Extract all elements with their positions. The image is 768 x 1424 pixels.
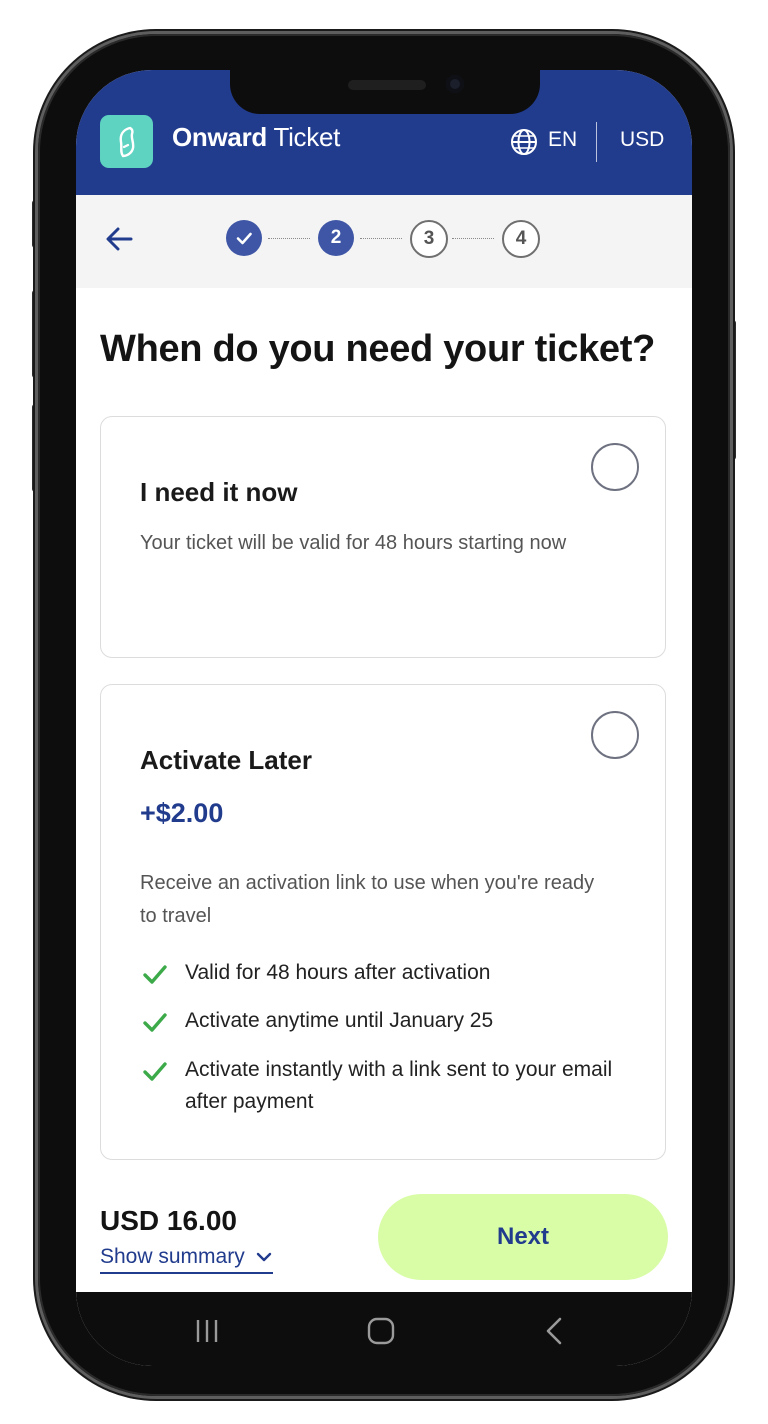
brand-name[interactable]: Onward Ticket bbox=[172, 122, 340, 153]
header-divider bbox=[596, 122, 597, 162]
brand-name-regular: Ticket bbox=[267, 122, 341, 152]
feature-text: Activate anytime until January 25 bbox=[185, 1009, 494, 1032]
checkmark-icon bbox=[143, 965, 167, 984]
show-summary-label: Show summary bbox=[100, 1245, 245, 1268]
option-card-now[interactable]: I need it now Your ticket will be valid … bbox=[100, 416, 666, 658]
checkmark-icon bbox=[143, 1013, 167, 1032]
system-navigation-bar bbox=[76, 1292, 692, 1366]
home-icon[interactable] bbox=[366, 1316, 396, 1346]
checkmark-icon bbox=[236, 232, 252, 245]
front-camera bbox=[446, 75, 464, 93]
step-4: 4 bbox=[502, 220, 540, 258]
phone-leaf-logo-icon[interactable] bbox=[100, 115, 153, 168]
page-title: When do you need your ticket? bbox=[100, 328, 656, 370]
step-2-current: 2 bbox=[318, 220, 354, 256]
step-connector bbox=[268, 238, 310, 239]
option-price: +$2.00 bbox=[140, 798, 224, 828]
feature-item: Activate instantly with a link sent to y… bbox=[140, 1054, 630, 1118]
step-1-completed bbox=[226, 220, 262, 256]
feature-item: Valid for 48 hours after activation bbox=[140, 957, 630, 989]
radio-later[interactable] bbox=[591, 711, 639, 759]
brand-name-bold: Onward bbox=[172, 122, 267, 152]
step-3: 3 bbox=[410, 220, 448, 258]
chevron-down-icon bbox=[256, 1252, 271, 1262]
option-title: I need it now bbox=[140, 477, 298, 507]
option-description: Your ticket will be valid for 48 hours s… bbox=[140, 532, 567, 554]
currency-selector[interactable]: USD bbox=[620, 128, 664, 152]
earpiece-speaker bbox=[348, 80, 426, 90]
radio-now[interactable] bbox=[591, 443, 639, 491]
globe-icon[interactable] bbox=[510, 128, 538, 156]
step-connector bbox=[452, 238, 494, 239]
recent-apps-icon[interactable] bbox=[192, 1316, 222, 1346]
feature-text: Activate instantly with a link sent to y… bbox=[185, 1058, 613, 1113]
option-title: Activate Later bbox=[140, 745, 312, 775]
show-summary-link[interactable]: Show summary bbox=[100, 1245, 273, 1274]
back-icon[interactable] bbox=[540, 1316, 570, 1346]
power-button bbox=[730, 320, 736, 460]
next-button[interactable]: Next bbox=[378, 1194, 668, 1280]
order-total: USD 16.00 bbox=[100, 1205, 237, 1236]
checkmark-icon bbox=[143, 1062, 167, 1081]
feature-item: Activate anytime until January 25 bbox=[140, 1005, 630, 1037]
option-description: Receive an activation link to use when y… bbox=[140, 872, 595, 927]
progress-stepper-bar: 2 3 4 bbox=[76, 195, 692, 288]
option-card-later[interactable]: Activate Later +$2.00 Receive an activat… bbox=[100, 684, 666, 1160]
step-connector bbox=[360, 238, 402, 239]
feature-text: Valid for 48 hours after activation bbox=[185, 961, 491, 984]
arrow-left-icon[interactable] bbox=[103, 222, 137, 256]
phone-screen: Onward Ticket EN USD 2 3 4 When do you n… bbox=[76, 70, 692, 1366]
notch bbox=[230, 70, 540, 114]
checkout-footer: USD 16.00 Show summary Next bbox=[76, 1167, 692, 1292]
language-selector[interactable]: EN bbox=[548, 128, 577, 152]
